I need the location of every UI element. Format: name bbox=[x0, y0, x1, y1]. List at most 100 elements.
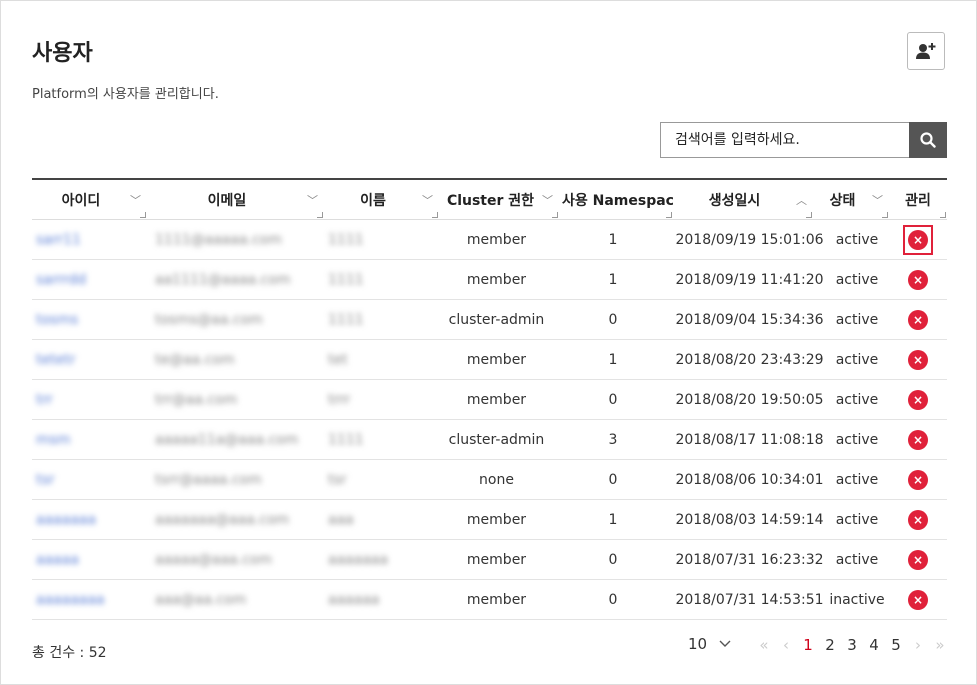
delete-user-button[interactable]: × bbox=[908, 430, 928, 450]
delete-button-wrapper: × bbox=[908, 470, 928, 490]
user-id-link[interactable]: aaaaa bbox=[36, 552, 79, 568]
created-at-cell-wrapper: 2018/07/31 14:53:51 bbox=[657, 580, 842, 620]
delete-user-button[interactable]: × bbox=[908, 550, 928, 570]
delete-user-button[interactable]: × bbox=[908, 310, 928, 330]
email-cell: trr@aa.com bbox=[155, 392, 238, 408]
page-4[interactable]: 4 bbox=[863, 636, 885, 654]
email-cell: aaaaa@aaa.com bbox=[155, 552, 272, 568]
status-cell: active bbox=[835, 472, 879, 488]
chevron-down-icon: ﹀ bbox=[422, 194, 433, 207]
namespace-count-cell-wrapper: 0 bbox=[569, 300, 657, 340]
first-page-icon[interactable]: « bbox=[753, 636, 775, 654]
delete-icon: × bbox=[912, 433, 924, 447]
delete-icon: × bbox=[912, 553, 924, 567]
table-row: tosms tosms@aa.com 1111 cluster-admin 0 2018/… bbox=[32, 300, 947, 340]
user-id-link[interactable]: msm bbox=[36, 432, 71, 448]
user-id-link[interactable]: sarrrdd bbox=[36, 272, 86, 288]
name-cell-wrapper: 1111 bbox=[324, 300, 439, 340]
last-page-icon[interactable]: » bbox=[929, 636, 951, 654]
namespace-count-cell-wrapper: 0 bbox=[569, 460, 657, 500]
column-resize-handle[interactable] bbox=[806, 212, 812, 218]
manage-cell: × bbox=[889, 340, 947, 380]
created-at-cell-wrapper: 2018/09/19 15:01:06 bbox=[657, 220, 842, 260]
delete-button-wrapper: × bbox=[908, 430, 928, 450]
user-id-link[interactable]: tetetr bbox=[36, 352, 75, 368]
created-at-cell: 2018/08/03 14:59:14 bbox=[675, 512, 824, 528]
manage-cell: × bbox=[889, 380, 947, 420]
cluster-role-cell-wrapper: member bbox=[424, 580, 569, 620]
column-resize-handle[interactable] bbox=[940, 212, 946, 218]
column-resize-handle[interactable] bbox=[666, 212, 672, 218]
column-header-created[interactable]: 생성일시 ︿ bbox=[673, 180, 813, 220]
column-header-name[interactable]: 이름 ﹀ bbox=[324, 180, 439, 220]
column-resize-handle[interactable] bbox=[140, 212, 146, 218]
email-cell: aaaaa11a@aaa.com bbox=[155, 432, 299, 448]
manage-cell: × bbox=[889, 500, 947, 540]
delete-user-button[interactable]: × bbox=[908, 470, 928, 490]
column-resize-handle[interactable] bbox=[882, 212, 888, 218]
table-header: 아이디 ﹀ 이메일 ﹀ 이름 ﹀ Cluster 권한 ﹀ 사용 Namespa… bbox=[32, 178, 947, 220]
cluster-role-cell: none bbox=[479, 472, 514, 488]
created-at-cell: 2018/08/20 23:43:29 bbox=[675, 352, 824, 368]
prev-page-icon[interactable]: ‹ bbox=[775, 636, 797, 654]
user-id-link[interactable]: trr bbox=[36, 392, 53, 408]
delete-user-button[interactable]: × bbox=[908, 270, 928, 290]
column-resize-handle[interactable] bbox=[317, 212, 323, 218]
email-cell-wrapper: aa1111@aaaa.com bbox=[147, 260, 324, 300]
delete-user-button[interactable]: × bbox=[908, 350, 928, 370]
user-id-link[interactable]: tsr bbox=[36, 472, 55, 488]
name-cell: aaa bbox=[328, 512, 354, 528]
delete-user-button[interactable]: × bbox=[908, 510, 928, 530]
delete-user-button[interactable]: × bbox=[908, 590, 928, 610]
pagination: « ‹ 1 2 3 4 5 › » bbox=[753, 636, 951, 654]
user-id-link-wrapper: sarrrdd bbox=[32, 260, 147, 300]
search-input[interactable] bbox=[660, 122, 909, 158]
user-id-link-wrapper: msm bbox=[32, 420, 147, 460]
cluster-role-cell-wrapper: member bbox=[424, 340, 569, 380]
delete-user-button[interactable]: × bbox=[908, 390, 928, 410]
page-2[interactable]: 2 bbox=[819, 636, 841, 654]
delete-icon: × bbox=[912, 513, 924, 527]
search-button[interactable] bbox=[909, 122, 947, 158]
table-row: msm aaaaa11a@aaa.com 1111 cluster-admin 3 201… bbox=[32, 420, 947, 460]
namespace-count-cell: 3 bbox=[608, 432, 618, 448]
name-cell-wrapper: aaa bbox=[324, 500, 439, 540]
name-cell-wrapper: trrr bbox=[324, 380, 439, 420]
page-5[interactable]: 5 bbox=[885, 636, 907, 654]
column-header-email[interactable]: 이메일 ﹀ bbox=[147, 180, 324, 220]
page-3[interactable]: 3 bbox=[841, 636, 863, 654]
page-size-select[interactable]: 10 bbox=[688, 635, 731, 653]
column-header-id[interactable]: 아이디 ﹀ bbox=[32, 180, 147, 220]
chevron-up-icon: ︿ bbox=[796, 194, 807, 207]
email-cell-wrapper: 1111@aaaaa.com bbox=[147, 220, 324, 260]
table-row: tsr tsrr@aaaa.com tsr none 0 2018/08/06 10:34… bbox=[32, 460, 947, 500]
column-resize-handle[interactable] bbox=[432, 212, 438, 218]
user-id-link[interactable]: aaaaaaa bbox=[36, 512, 96, 528]
user-id-link[interactable]: sarr11 bbox=[36, 232, 81, 248]
delete-icon: × bbox=[912, 353, 924, 367]
name-cell: 1111 bbox=[328, 312, 364, 328]
page-1[interactable]: 1 bbox=[797, 636, 819, 654]
user-id-link[interactable]: tosms bbox=[36, 312, 78, 328]
status-cell-wrapper: active bbox=[822, 540, 892, 580]
column-header-cluster-role[interactable]: Cluster 권한 ﹀ bbox=[439, 180, 559, 220]
column-resize-handle[interactable] bbox=[552, 212, 558, 218]
delete-icon: × bbox=[912, 273, 924, 287]
namespace-count-cell: 1 bbox=[608, 512, 618, 528]
column-header-status[interactable]: 상태 ﹀ bbox=[813, 180, 889, 220]
namespace-count-cell-wrapper: 0 bbox=[569, 380, 657, 420]
namespace-count-cell: 1 bbox=[608, 232, 618, 248]
namespace-count-cell: 0 bbox=[608, 312, 618, 328]
email-cell-wrapper: aaaaa11a@aaa.com bbox=[147, 420, 324, 460]
delete-user-button[interactable]: × bbox=[908, 230, 928, 250]
status-cell-wrapper: inactive bbox=[822, 580, 892, 620]
email-cell-wrapper: tosms@aa.com bbox=[147, 300, 324, 340]
column-header-namespaces[interactable]: 사용 Namespace bbox=[559, 180, 673, 220]
add-user-button[interactable] bbox=[907, 32, 945, 70]
next-page-icon[interactable]: › bbox=[907, 636, 929, 654]
manage-cell: × bbox=[889, 540, 947, 580]
cluster-role-cell-wrapper: member bbox=[424, 540, 569, 580]
page-description: Platform의 사용자를 관리합니다. bbox=[32, 87, 219, 102]
table-row: sarrrdd aa1111@aaaa.com 1111 member 1 2018/09… bbox=[32, 260, 947, 300]
user-id-link[interactable]: aaaaaaaa bbox=[36, 592, 105, 608]
